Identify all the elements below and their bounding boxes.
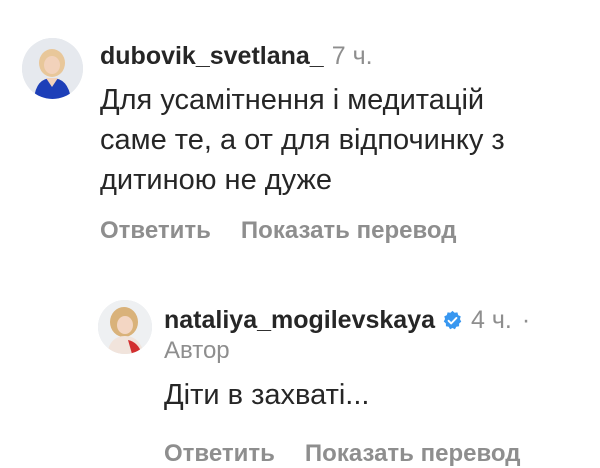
comment-text: Діти в захваті... <box>164 379 370 411</box>
username[interactable]: dubovik_svetlana_ <box>100 42 324 71</box>
avatar[interactable] <box>22 38 83 99</box>
comment-text: Для усамітнення і медитацій саме те, а о… <box>100 80 592 200</box>
show-translation-button[interactable]: Показать перевод <box>305 440 521 468</box>
comment-time: 7 ч. <box>331 42 373 70</box>
reply-button[interactable]: Ответить <box>100 217 211 245</box>
author-label: Автор <box>164 337 230 364</box>
show-translation-button[interactable]: Показать перевод <box>241 217 457 245</box>
comment-time: 4 ч. <box>471 306 512 334</box>
comment-text-line: дитиною не дуже <box>100 164 333 196</box>
comment-text-line: Для усамітнення і медитацій <box>100 84 485 116</box>
comment-text-line: саме те, а от для відпочинку з <box>100 124 505 156</box>
comment-actions: Ответить Показать перевод <box>164 440 596 468</box>
avatar-photo <box>98 300 152 354</box>
reply-button[interactable]: Ответить <box>164 440 275 468</box>
separator-dot: · <box>521 306 531 334</box>
avatar-photo <box>22 38 83 99</box>
username[interactable]: nataliya_mogilevskaya <box>164 306 435 335</box>
comment-dubovik: dubovik_svetlana_ 7 ч. Для усамітнення і… <box>22 38 592 245</box>
verified-badge-icon <box>443 310 462 330</box>
avatar[interactable] <box>98 300 152 354</box>
comment-actions: Ответить Показать перевод <box>100 217 592 245</box>
